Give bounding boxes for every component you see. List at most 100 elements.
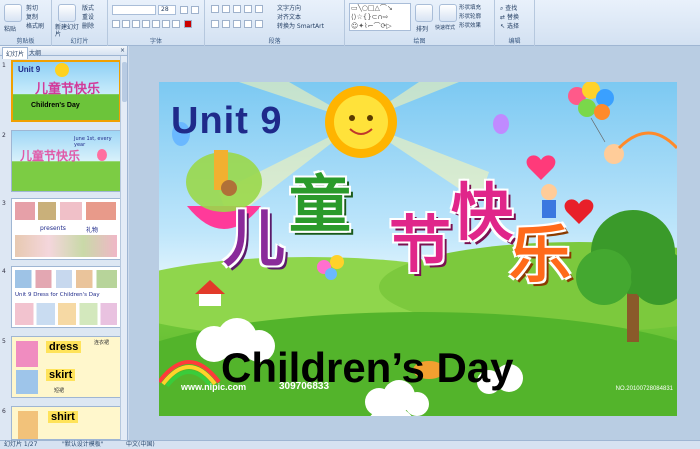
new-slide-icon[interactable] [58,4,76,22]
copy-button[interactable]: 复制 [26,12,38,21]
watermark-text: www.nipic.com [181,382,247,392]
shadow-icon[interactable] [152,20,160,28]
numbering-icon[interactable] [222,5,230,13]
heart-icon [526,155,556,180]
strike-icon[interactable] [142,20,150,28]
theme-name: "默认设计模板" [62,441,104,448]
balloons-icon [568,82,614,143]
line-spacing-icon[interactable] [255,5,263,13]
layout-button[interactable]: 版式 [82,3,94,12]
shape-fill-button[interactable]: 形状填充 [459,3,481,11]
thumb-left-word: presents [40,225,66,232]
italic-icon[interactable] [122,20,130,28]
chinese-title-char: 节 [389,208,452,281]
reset-button[interactable]: 重设 [82,12,94,21]
chinese-title-char: 儿 [223,202,286,275]
select-label: 选择 [506,23,519,30]
spacing-icon[interactable] [162,20,170,28]
smartart-button[interactable]: 转换为 SmartArt [277,21,324,30]
paragraph-group: 文字方向 对齐文本 转换为 SmartArt 段落 [205,0,345,46]
font-size-select[interactable]: 28 [158,5,176,15]
thumb-photo [60,202,82,220]
slide-thumbnail-2[interactable]: June 1st, every year 儿童节快乐 [11,130,121,192]
paste-icon[interactable] [4,4,22,22]
case-icon[interactable] [172,20,180,28]
font-group: 28 字体 [108,0,205,46]
rainbow-icon [617,131,677,150]
thumb-photo [15,235,117,257]
slide-thumbnail-1[interactable]: Unit 9 儿童节快乐 Children's Day [11,60,121,122]
arrange-button[interactable]: 排列 [416,24,428,33]
kid-icon [541,184,557,200]
thumb-photo-row [15,270,117,288]
replace-button[interactable]: ⇄ 替换 [500,12,519,21]
thumb-cn: 短裙 [54,388,65,394]
quick-styles-button[interactable]: 快速样式 [435,24,455,31]
grow-font-icon[interactable] [180,6,188,14]
cut-button[interactable]: 剪切 [26,3,38,12]
replace-label: 替换 [506,14,519,21]
select-icon: ↖ [500,23,506,30]
font-name-select[interactable] [112,5,156,15]
thumb-skirt-photo [16,370,38,394]
underline-icon[interactable] [132,20,140,28]
close-panel-icon[interactable]: × [117,46,128,55]
slide-number: 2 [2,132,6,139]
thumb-subtitle: Children's Day [31,102,80,109]
slide-thumbnail-4[interactable]: Unit 9 Dress for Children's Day [11,266,121,328]
thumb-word: skirt [46,369,76,381]
ribbon: 粘贴 剪切 复制 格式刷 剪贴板 新建幻灯片 版式 重设 删除 幻灯片 28 字… [0,0,700,46]
panel-scrollbar[interactable] [120,56,127,440]
quick-styles-icon[interactable] [439,4,457,22]
slide-thumbnail-6[interactable]: shirt [11,406,121,440]
chinese-title-char: 童 [289,168,352,241]
decrease-indent-icon[interactable] [233,5,241,13]
thumb-shirt-photo [18,411,38,439]
chinese-title-char: 快 [451,176,514,249]
editing-group: ⌕ 查找 ⇄ 替换 ↖ 选择 编辑 [495,0,535,46]
columns-icon[interactable] [255,20,263,28]
tab-outline[interactable]: 大纲 [26,47,44,58]
align-right-icon[interactable] [233,20,241,28]
font-color-icon[interactable] [184,20,192,28]
find-label: 查找 [505,5,518,12]
align-text-button[interactable]: 对齐文本 [277,12,301,21]
bullets-icon[interactable] [211,5,219,13]
id-number: 309706833 [279,381,330,392]
shape-effects-button[interactable]: 形状效果 [459,21,481,29]
shapes-gallery[interactable]: ▭╲○□△⌒↘ ⟨⟩☆{}⊂∩⇨ ☺✦⌇⌐⌒⟳▷ [349,3,411,31]
slide-counter: 幻灯片 1/27 [4,441,38,448]
clipboard-group: 粘贴 剪切 复制 格式刷 剪贴板 [0,0,52,46]
slide-number: 4 [2,268,6,275]
text-direction-button[interactable]: 文字方向 [277,3,301,12]
slide-number: 6 [2,408,6,415]
increase-indent-icon[interactable] [244,5,252,13]
bold-icon[interactable] [112,20,120,28]
thumb-word: dress [46,341,82,353]
thumb-title: Unit 9 [18,65,41,74]
align-center-icon[interactable] [222,20,230,28]
tab-slides[interactable]: 幻灯片 [2,47,29,59]
align-left-icon[interactable] [211,20,219,28]
slide-thumbnail-3[interactable]: presents 礼物 [11,198,121,260]
drawing-group: ▭╲○□△⌒↘ ⟨⟩☆{}⊂∩⇨ ☺✦⌇⌐⌒⟳▷ 排列 快速样式 形状填充 形状轮廓… [345,0,495,46]
delete-button[interactable]: 删除 [82,21,94,30]
select-button[interactable]: ↖ 选择 [500,21,519,30]
shrink-font-icon[interactable] [191,6,199,14]
slide-thumbnail-5[interactable]: dress 连衣裙 skirt 短裙 [11,336,121,398]
slides-group: 新建幻灯片 版式 重设 删除 幻灯片 [52,0,108,46]
main-slide[interactable]: Unit 9 儿 童 节 快 乐 Children’s Day www.nipi… [159,82,677,416]
thumb-right-word: 礼物 [86,227,99,234]
paste-button[interactable]: 粘贴 [4,24,16,33]
replace-icon: ⇄ [500,14,506,21]
thumb-photo [15,202,35,220]
arrange-icon[interactable] [415,4,433,22]
clipboard-label: 剪贴板 [16,38,35,45]
slide-number: 3 [2,200,6,207]
scrollbar-thumb[interactable] [122,62,127,102]
thumb-chinese-art: 儿童节快乐 [35,82,101,97]
format-painter-button[interactable]: 格式刷 [26,21,44,30]
shape-outline-button[interactable]: 形状轮廓 [459,12,481,20]
slide-editing-area: Unit 9 儿 童 节 快 乐 Children’s Day www.nipi… [129,46,700,440]
justify-icon[interactable] [244,20,252,28]
